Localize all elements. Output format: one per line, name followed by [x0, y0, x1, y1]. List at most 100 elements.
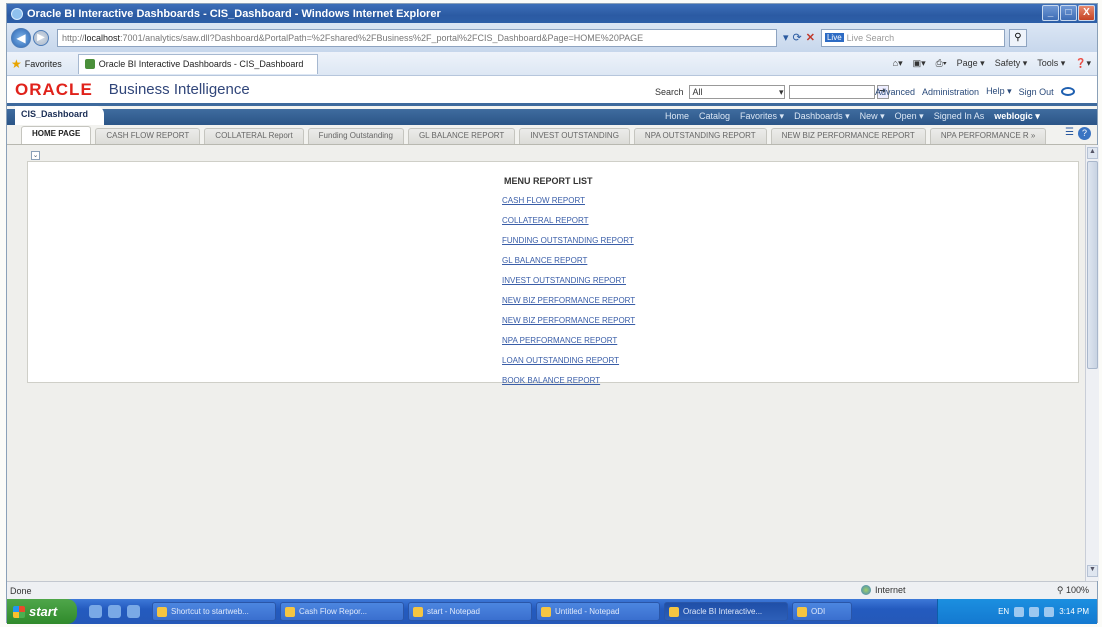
menu-home[interactable]: Home	[665, 111, 689, 122]
favorites-label[interactable]: Favorites	[25, 59, 62, 69]
favorites-star-icon[interactable]: ★	[11, 57, 22, 71]
task-icon	[285, 606, 295, 617]
taskbar-item[interactable]: Shortcut to startweb...	[152, 602, 276, 621]
forward-button[interactable]: ▶	[33, 29, 49, 46]
address-bar[interactable]: http://localhost:7001/analytics/saw.dll?…	[57, 28, 777, 47]
tray-icon[interactable]	[1044, 606, 1055, 617]
report-link[interactable]: BOOK BALANCE REPORT	[502, 376, 600, 385]
report-link[interactable]: GL BALANCE REPORT	[502, 256, 587, 265]
report-link[interactable]: NEW BIZ PERFORMANCE REPORT	[502, 316, 635, 325]
dashboard-bar: CIS_Dashboard Home Catalog Favorites ▾ D…	[7, 106, 1097, 125]
report-link[interactable]: COLLATERAL REPORT	[502, 216, 589, 225]
search-icon[interactable]: ⚲	[1008, 28, 1027, 47]
task-label: ODI	[811, 607, 826, 616]
obi-search: Search All ▾ ➜	[655, 85, 889, 99]
list-item: FUNDING OUTSTANDING REPORT	[502, 236, 635, 256]
menu-open[interactable]: Open ▾	[895, 111, 924, 122]
tab-gl-balance-report[interactable]: GL BALANCE REPORT	[407, 128, 516, 144]
language-indicator[interactable]: EN	[998, 607, 1009, 616]
taskbar-tasks: Shortcut to startweb... Cash Flow Repor.…	[152, 602, 852, 621]
report-link[interactable]: CASH FLOW REPORT	[502, 196, 585, 205]
list-item: LOAN OUTSTANDING REPORT	[502, 356, 635, 376]
list-item: BOOK BALANCE REPORT	[502, 376, 635, 396]
quick-launch-ie-icon[interactable]	[89, 605, 102, 618]
tab-funding-outstanding[interactable]: Funding Outstanding	[307, 128, 404, 144]
help-icon[interactable]: ?	[1078, 127, 1091, 140]
menu-dashboards[interactable]: Dashboards ▾	[794, 111, 850, 122]
safety-menu[interactable]: Safety ▾	[995, 58, 1028, 69]
sign-out-icon[interactable]	[1060, 87, 1075, 96]
report-link[interactable]: FUNDING OUTSTANDING REPORT	[502, 236, 634, 245]
feeds-icon[interactable]: ▣▾	[913, 58, 926, 69]
quick-launch-app-icon[interactable]	[127, 605, 140, 618]
advanced-link[interactable]: Advanced	[875, 87, 915, 97]
task-icon	[413, 606, 423, 617]
scroll-thumb[interactable]	[1087, 161, 1098, 369]
quick-launch-firefox-icon[interactable]	[108, 605, 121, 618]
task-label: start - Notepad	[427, 607, 480, 616]
tray-icon[interactable]	[1014, 606, 1025, 617]
address-tools: ▾ ⟳ ✕	[783, 31, 815, 44]
list-item: GL BALANCE REPORT	[502, 256, 635, 276]
close-button[interactable]: X	[1078, 5, 1095, 21]
tab-npa-outstanding-report[interactable]: NPA OUTSTANDING REPORT	[633, 128, 767, 144]
tools-menu[interactable]: Tools ▾	[1037, 58, 1065, 69]
back-button[interactable]: ◀	[11, 27, 31, 48]
taskbar-item[interactable]: Untitled - Notepad	[536, 602, 660, 621]
address-path: :7001/analytics/saw.dll?Dashboard&Portal…	[120, 32, 644, 43]
menu-title: MENU REPORT LIST	[504, 176, 593, 186]
maximize-button[interactable]: □	[1060, 5, 1077, 21]
taskbar-item[interactable]: ODI	[792, 602, 852, 621]
sign-out-link[interactable]: Sign Out	[1019, 87, 1054, 97]
page-menu[interactable]: Page ▾	[957, 58, 985, 69]
menu-new[interactable]: New ▾	[860, 111, 885, 122]
dropdown-arrow-icon[interactable]: ▾	[783, 31, 789, 44]
status-text: Done	[10, 585, 32, 596]
tab-invest-outstanding[interactable]: INVEST OUTSTANDING	[519, 128, 630, 144]
help-link[interactable]: Help ▾	[986, 86, 1012, 97]
tab-collateral-report[interactable]: COLLATERAL Report	[204, 128, 304, 144]
search-scope-select[interactable]: All ▾	[688, 85, 785, 99]
refresh-icon[interactable]: ⟳	[793, 31, 802, 44]
chevron-down-icon: ▾	[779, 86, 784, 97]
start-button[interactable]: start	[7, 599, 77, 624]
report-link[interactable]: INVEST OUTSTANDING REPORT	[502, 276, 626, 285]
windows-flag-icon	[13, 605, 25, 618]
dashboard-menu: Home Catalog Favorites ▾ Dashboards ▾ Ne…	[665, 111, 1040, 122]
menu-catalog[interactable]: Catalog	[699, 111, 730, 122]
scroll-up-icon[interactable]: ▲	[1087, 147, 1098, 159]
browser-tab[interactable]: Oracle BI Interactive Dashboards - CIS_D…	[77, 53, 318, 74]
favorites-bar: ★ Favorites Oracle BI Interactive Dashbo…	[7, 52, 1097, 76]
live-search-input[interactable]: Live Live Search	[820, 28, 1005, 47]
tab-new-biz-performance-report[interactable]: NEW BIZ PERFORMANCE REPORT	[770, 128, 926, 144]
menu-favorites[interactable]: Favorites ▾	[740, 111, 784, 122]
report-link[interactable]: NPA PERFORMANCE REPORT	[502, 336, 617, 345]
page-options-icon[interactable]: ☰	[1065, 127, 1074, 140]
report-link[interactable]: NEW BIZ PERFORMANCE REPORT	[502, 296, 635, 305]
user-menu[interactable]: weblogic ▾	[994, 111, 1040, 122]
taskbar-item-active[interactable]: Oracle BI Interactive...	[664, 602, 788, 621]
system-tray: EN 3:14 PM	[937, 599, 1097, 624]
tray-icon[interactable]	[1029, 606, 1040, 617]
report-link[interactable]: LOAN OUTSTANDING REPORT	[502, 356, 619, 365]
print-icon[interactable]: ⎙▾	[936, 58, 947, 69]
minimize-button[interactable]: _	[1042, 5, 1059, 21]
home-icon[interactable]: ⌂▾	[893, 58, 903, 69]
administration-link[interactable]: Administration	[922, 87, 979, 97]
list-item: NEW BIZ PERFORMANCE REPORT	[502, 296, 635, 316]
tab-cash-flow-report[interactable]: CASH FLOW REPORT	[95, 128, 201, 144]
vertical-scrollbar[interactable]: ▲ ▼	[1085, 145, 1099, 581]
address-prefix: http://	[62, 32, 85, 43]
quick-launch	[89, 605, 140, 618]
tab-npa-performance-report[interactable]: NPA PERFORMANCE R »	[929, 128, 1047, 144]
collapse-section-icon[interactable]: ⌄	[31, 151, 40, 160]
tab-home-page[interactable]: HOME PAGE	[21, 126, 92, 144]
stop-icon[interactable]: ✕	[806, 31, 815, 44]
obi-search-input[interactable]	[788, 85, 875, 99]
browser-tab-title: Oracle BI Interactive Dashboards - CIS_D…	[98, 59, 304, 69]
zoom-level[interactable]: ⚲ 100%	[1057, 585, 1089, 596]
help-menu-icon[interactable]: ❓▾	[1075, 58, 1091, 69]
taskbar-item[interactable]: Cash Flow Repor...	[280, 602, 404, 621]
scroll-down-icon[interactable]: ▼	[1087, 565, 1098, 577]
taskbar-item[interactable]: start - Notepad	[408, 602, 532, 621]
